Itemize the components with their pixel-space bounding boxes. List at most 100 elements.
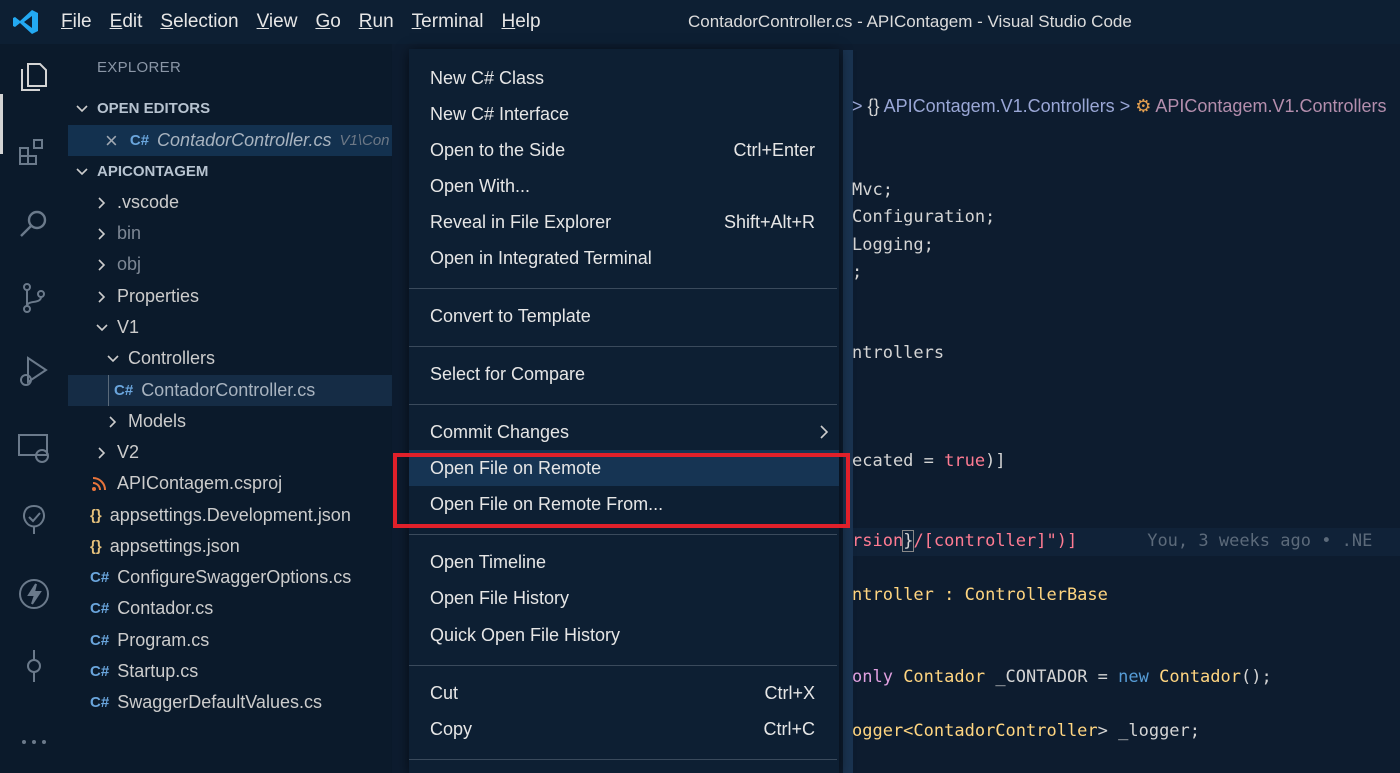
csharp-file-icon: C#	[90, 600, 110, 617]
thunder-client-icon[interactable]	[16, 576, 52, 612]
file-label: SwaggerDefaultValues.cs	[117, 692, 322, 712]
menu-selection[interactable]: Selection	[151, 0, 247, 44]
git-blame-annotation: You, 3 weeks ago • .NE	[1147, 531, 1373, 551]
folder-models[interactable]: Models	[68, 406, 392, 437]
menu-item-cut[interactable]: Cut Ctrl+X	[409, 675, 839, 711]
file-appsettings-dev[interactable]: {} appsettings.Development.json	[68, 500, 392, 531]
namespace-icon: {}	[867, 96, 880, 116]
folder-v1[interactable]: V1	[68, 312, 392, 343]
file-swagger-defaults[interactable]: C# SwaggerDefaultValues.cs	[68, 687, 392, 718]
menu-scrollbar[interactable]	[843, 50, 853, 773]
menu-item-new-csharp-class[interactable]: New C# Class	[409, 60, 839, 96]
code-token: rsion	[852, 531, 904, 551]
file-label: ContadorController.cs	[141, 380, 316, 400]
code-line: ntroller : ControllerBase	[852, 585, 1108, 605]
open-editors-header[interactable]: OPEN EDITORS	[68, 93, 392, 124]
file-configure-swagger[interactable]: C# ConfigureSwaggerOptions.cs	[68, 562, 392, 593]
menu-item-commit-changes[interactable]: Commit Changes	[409, 414, 839, 450]
rss-icon	[92, 476, 106, 491]
csharp-file-icon: C#	[90, 569, 110, 586]
file-contador[interactable]: C# Contador.cs	[68, 593, 392, 624]
menu-file[interactable]: File	[52, 0, 101, 44]
menu-edit[interactable]: Edit	[101, 0, 152, 44]
menu-item-new-csharp-interface[interactable]: New C# Interface	[409, 96, 839, 132]
menu-item-label: New C# Interface	[430, 104, 570, 124]
folder-label: Properties	[117, 286, 200, 306]
project-header[interactable]: APICONTAGEM	[68, 156, 392, 187]
activity-bar	[0, 44, 68, 773]
menu-item-shortcut: Shift+Alt+R	[723, 212, 815, 232]
menu-view[interactable]: View	[248, 0, 307, 44]
menu-item-open-in-terminal[interactable]: Open in Integrated Terminal	[409, 240, 839, 276]
folder-label: bin	[117, 223, 142, 243]
menu-item-open-timeline[interactable]: Open Timeline	[409, 544, 839, 580]
explorer-icon[interactable]	[16, 58, 52, 94]
menu-separator	[409, 665, 837, 666]
open-editors-label: OPEN EDITORS	[97, 100, 211, 117]
folder-v2[interactable]: V2	[68, 437, 392, 468]
open-editor-item[interactable]: × C# ContadorController.cs V1\Con	[68, 125, 392, 156]
code-token: new	[1118, 667, 1149, 687]
code-token: ogger<	[852, 721, 914, 741]
file-appsettings[interactable]: {} appsettings.json	[68, 531, 392, 562]
chevron-right-icon	[820, 425, 829, 439]
code-token: /[controller]")]	[913, 531, 1078, 551]
more-icon[interactable]	[16, 724, 52, 760]
chevron-right-icon	[98, 290, 106, 303]
vscode-logo-icon[interactable]	[12, 8, 40, 36]
folder-label: .vscode	[117, 192, 180, 212]
menu-terminal[interactable]: Terminal	[403, 0, 493, 44]
menu-item-copy[interactable]: Copy Ctrl+C	[409, 711, 839, 747]
menu-item-label: Open With...	[430, 176, 531, 196]
file-program[interactable]: C# Program.cs	[68, 625, 392, 656]
menu-help[interactable]: Help	[492, 0, 549, 44]
menu-separator	[409, 404, 837, 405]
menu-item-label: Convert to Template	[430, 306, 591, 326]
menu-item-quick-open-file-history[interactable]: Quick Open File History	[409, 617, 839, 653]
menu-run[interactable]: Run	[350, 0, 403, 44]
chevron-down-icon	[107, 354, 119, 362]
close-icon[interactable]: ×	[105, 128, 118, 154]
testing-icon[interactable]	[16, 502, 52, 538]
menu-item-select-for-compare[interactable]: Select for Compare	[409, 356, 839, 392]
folder-controllers[interactable]: Controllers	[68, 343, 392, 374]
folder-properties[interactable]: Properties	[68, 281, 392, 312]
folder-vscode[interactable]: .vscode	[68, 187, 392, 218]
file-contador-controller[interactable]: C# ContadorController.cs	[68, 375, 392, 406]
folder-bin[interactable]: bin	[68, 218, 392, 249]
code-token: _CONTADOR =	[985, 667, 1119, 687]
file-startup[interactable]: C# Startup.cs	[68, 656, 392, 687]
folder-label: V1	[117, 317, 140, 337]
code-token: true	[944, 451, 986, 471]
csharp-file-icon: C#	[129, 132, 150, 149]
menu-item-reveal-in-explorer[interactable]: Reveal in File Explorer Shift+Alt+R	[409, 204, 839, 240]
chevron-right-icon	[98, 227, 106, 240]
code-token: ControllerBase	[964, 585, 1108, 605]
menu-item-label: Open Timeline	[430, 552, 547, 572]
menu-go[interactable]: Go	[306, 0, 349, 44]
open-editor-path: V1\Con	[339, 132, 390, 149]
source-control-icon[interactable]	[16, 280, 52, 316]
code-line: rsion}/[controller]")] You, 3 weeks ago •…	[852, 530, 1373, 552]
file-csproj[interactable]: APIContagem.csproj	[68, 468, 392, 499]
git-commit-icon[interactable]	[16, 648, 52, 684]
run-debug-icon[interactable]	[16, 354, 52, 390]
breadcrumb-class[interactable]: APIContagem.V1.Controllers	[1155, 96, 1386, 116]
code-line: Configuration;	[852, 207, 996, 227]
file-label: appsettings.json	[109, 536, 240, 556]
search-icon[interactable]	[16, 206, 52, 242]
folder-obj[interactable]: obj	[68, 249, 392, 280]
menu-item-convert-to-template[interactable]: Convert to Template	[409, 298, 839, 334]
menu-item-open-file-history[interactable]: Open File History	[409, 580, 839, 616]
explorer-title: EXPLORER	[97, 59, 182, 76]
menu-item-open-to-side[interactable]: Open to the Side Ctrl+Enter	[409, 132, 839, 168]
file-label: Contador.cs	[117, 598, 214, 618]
menu-item-shortcut: Ctrl+Enter	[733, 140, 815, 160]
extensions-icon[interactable]	[16, 134, 52, 170]
code-token: ecated =	[852, 451, 945, 471]
highlight-annotation-box	[393, 453, 850, 528]
remote-explorer-icon[interactable]	[16, 430, 52, 466]
breadcrumb-namespace[interactable]: APIContagem.V1.Controllers	[884, 96, 1115, 116]
menu-item-open-with[interactable]: Open With...	[409, 168, 839, 204]
